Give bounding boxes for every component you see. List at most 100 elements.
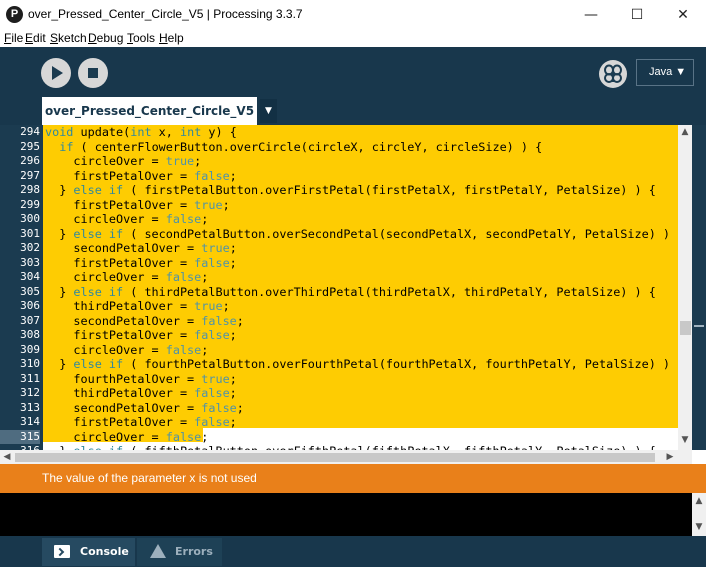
menu-sketch-mnemonic: S [50, 31, 59, 45]
line-number: 314 [20, 415, 40, 428]
menu-debug-mnemonic: D [88, 31, 97, 45]
editor-vertical-scrollbar[interactable] [678, 125, 692, 450]
menu-file[interactable]: File [4, 31, 23, 45]
code-text: ( secondPetalButton.overSecondPetal(seco… [123, 226, 678, 241]
scroll-left-arrow-icon[interactable]: ◀ [2, 452, 12, 462]
console-output[interactable] [0, 493, 692, 536]
menu-edit[interactable]: Edit [25, 31, 46, 45]
code-literal: true [194, 197, 223, 212]
tab-sketch[interactable]: over_Pressed_Center_Circle_V5 [42, 97, 257, 125]
code-text: ; [229, 386, 237, 400]
line-number-gutter: 294 295 296 297 298 299 300 301 302 303 … [0, 125, 43, 457]
code-literal: false [201, 313, 237, 328]
code-editor[interactable]: void update(int x, int y) { if ( centerF… [43, 125, 678, 450]
code-text: ( firstPetalButton.overFirstPetal(firstP… [123, 183, 656, 197]
scroll-down-arrow-icon[interactable]: ▼ [680, 435, 690, 445]
code-line: } else if ( secondPetalButton.overSecond… [45, 227, 678, 242]
code-literal: false [165, 270, 202, 284]
editor-scroll-thumb[interactable] [680, 321, 691, 335]
stop-icon [88, 68, 98, 78]
code-literal: false [165, 342, 202, 357]
code-keyword: int [130, 125, 152, 139]
code-line: secondPetalOver = true; [45, 241, 237, 256]
menu-debug-label: ebug [96, 31, 124, 45]
menu-help[interactable]: Help [159, 31, 184, 45]
line-number: 304 [20, 270, 40, 283]
code-text: ; [201, 429, 209, 444]
scroll-up-arrow-icon[interactable]: ▲ [680, 127, 690, 137]
line-number: 297 [20, 168, 40, 182]
code-text: fourthPetalOver = [45, 371, 202, 386]
error-marker-column [692, 125, 706, 450]
code-keyword: else if [73, 183, 124, 197]
code-literal: false [194, 386, 230, 400]
code-literal: false [201, 400, 237, 415]
console-tab[interactable]: Console [42, 538, 135, 566]
line-number: 312 [20, 386, 40, 399]
line-number: 299 [20, 197, 40, 211]
menu-tools-label: ools [133, 31, 156, 45]
stop-button[interactable] [78, 58, 108, 88]
code-text: ; [229, 328, 237, 342]
mode-selector[interactable]: Java ▼ [636, 59, 694, 86]
code-text: update( [73, 125, 131, 139]
code-line: circleOver = false; [45, 212, 208, 227]
code-text: ( fourthPetalButton.overFourthPetal(four… [123, 357, 678, 371]
code-line: circleOver = false; [45, 343, 208, 358]
errors-tab-label: Errors [175, 545, 213, 558]
line-number: 300 [20, 212, 40, 225]
close-button[interactable]: ✕ [660, 0, 706, 30]
warning-icon [150, 544, 166, 558]
code-line: firstPetalOver = true; [45, 197, 229, 213]
horizontal-scroll-thumb[interactable] [15, 453, 655, 462]
line-number: 310 [20, 357, 40, 370]
code-literal: false [194, 328, 230, 342]
line-number: 301 [20, 226, 40, 240]
code-text: ; [229, 415, 237, 429]
line-number: 307 [20, 313, 40, 327]
code-text: circleOver = [45, 429, 166, 444]
run-button[interactable] [41, 58, 71, 88]
code-text: } [45, 183, 74, 197]
code-text: firstPetalOver = [45, 255, 195, 270]
menu-tools[interactable]: Tools [127, 31, 155, 45]
line-number: 295 [20, 139, 40, 153]
code-keyword: if [59, 139, 74, 154]
code-text: } [45, 357, 74, 371]
console-scroll-down-icon[interactable]: ▼ [694, 522, 704, 532]
warning-marker[interactable] [694, 325, 704, 327]
code-line: fourthPetalOver = true; [45, 371, 236, 387]
code-text: ; [194, 154, 202, 168]
code-keyword: else if [73, 226, 124, 241]
code-line: } else if ( thirdPetalButton.overThirdPe… [45, 285, 656, 300]
code-line: circleOver = false; [45, 270, 208, 285]
code-text: firstPetalOver = [45, 415, 195, 429]
code-text: ; [229, 255, 237, 270]
errors-tab[interactable]: Errors [137, 538, 222, 566]
line-number: 298 [20, 183, 40, 196]
code-line: void update(int x, int y) { [45, 125, 237, 140]
code-line: circleOver = true; [45, 154, 201, 169]
code-literal: false [194, 415, 230, 429]
menu-sketch[interactable]: Sketch [50, 31, 87, 45]
code-text: secondPetalOver = [45, 400, 202, 415]
maximize-button[interactable]: ☐ [614, 0, 660, 30]
debugger-button[interactable] [599, 60, 627, 88]
code-text: circleOver = [45, 270, 166, 284]
code-literal: true [201, 241, 230, 255]
code-literal: false [165, 429, 202, 444]
tab-menu-button[interactable]: ▼ [260, 99, 277, 123]
console-scroll-up-icon[interactable]: ▲ [694, 496, 704, 506]
minimize-button[interactable]: — [568, 0, 614, 30]
code-text: ; [229, 241, 237, 255]
code-text: x, [151, 125, 180, 139]
code-text: } [45, 226, 74, 241]
menu-file-label: ile [11, 31, 24, 45]
code-line: thirdPetalOver = false; [45, 386, 237, 401]
code-line: firstPetalOver = false; [45, 255, 237, 271]
code-literal: true [194, 299, 223, 313]
menu-debug[interactable]: Debug [88, 31, 123, 45]
code-line: firstPetalOver = false; [45, 169, 236, 184]
scroll-right-arrow-icon[interactable]: ▶ [665, 452, 675, 462]
